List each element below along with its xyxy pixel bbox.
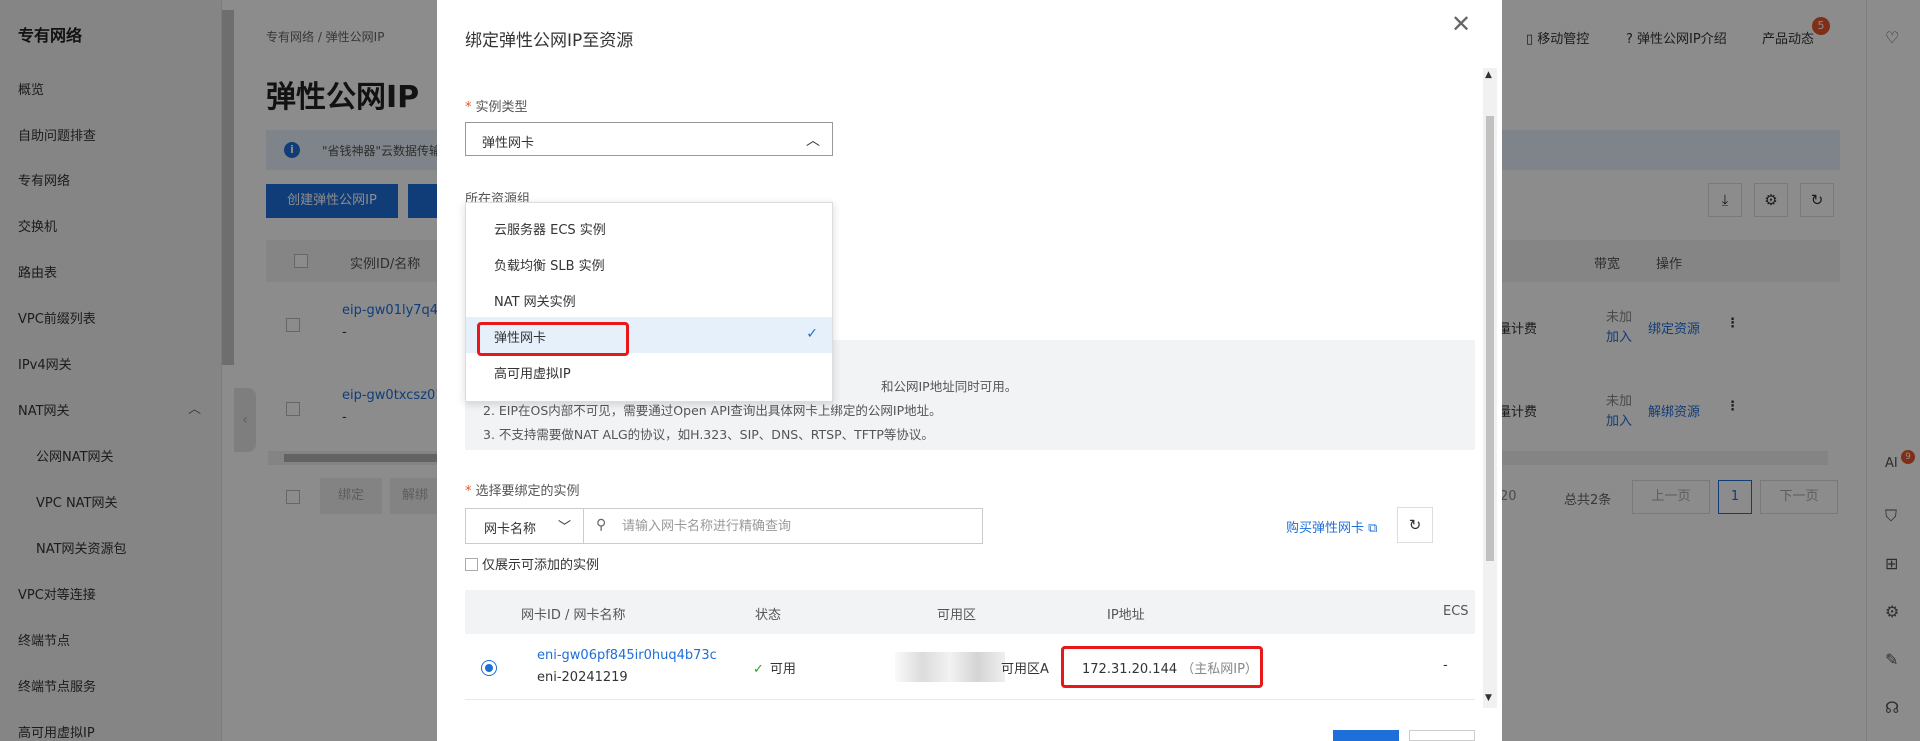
col-ip: IP地址 [1107, 608, 1145, 623]
table-row[interactable]: eni-gw06pf845ir0huq4b73c eni-20241219 ✓ 可… [465, 634, 1475, 700]
dialog-scrollbar[interactable]: ▲ ▼ [1483, 68, 1497, 708]
zone-cell: 可用区A [1001, 662, 1049, 677]
highlight-box [477, 322, 629, 356]
instance-type-label: * 实例类型 [465, 100, 528, 115]
instance-type-select[interactable]: 弹性网卡 ︿ [465, 122, 833, 156]
checkbox-icon [465, 558, 478, 571]
option-nat[interactable]: NAT 网关实例 [466, 281, 832, 317]
status-cell: ✓ 可用 [753, 662, 796, 677]
external-link-icon: ⧉ [1368, 521, 1378, 536]
eni-table-header: 网卡ID / 网卡名称 状态 可用区 IP地址 ECS [465, 590, 1475, 634]
ip-highlight-box: 172.31.20.144 （主私网IP） [1061, 646, 1263, 688]
scroll-down-icon[interactable]: ▼ [1485, 693, 1492, 703]
bind-eip-dialog: 绑定弹性公网IP至资源 ✕ * 实例类型 弹性网卡 ︿ 所在资源组 和公网IP地址… [437, 0, 1502, 741]
only-addable-checkbox[interactable]: 仅展示可添加的实例 [465, 554, 599, 573]
col-status: 状态 [755, 608, 782, 623]
dialog-title: 绑定弹性公网IP至资源 [465, 31, 634, 51]
cancel-button[interactable] [1409, 730, 1475, 741]
search-field-select[interactable]: 网卡名称 ﹀ [466, 509, 584, 543]
option-slb[interactable]: 负载均衡 SLB 实例 [466, 245, 832, 281]
chevron-down-icon: ﹀ [558, 520, 572, 535]
col-ecs: ECS [1443, 604, 1469, 619]
select-instance-label: * 选择要绑定的实例 [465, 484, 580, 499]
redacted-region [895, 652, 1005, 682]
eni-name: eni-20241219 [537, 670, 628, 685]
search-field-value: 网卡名称 [484, 522, 537, 537]
close-icon[interactable]: ✕ [1451, 10, 1471, 38]
col-zone: 可用区 [937, 608, 977, 623]
check-icon: ✓ [753, 662, 764, 677]
option-ecs[interactable]: 云服务器 ECS 实例 [466, 209, 832, 245]
col-eni: 网卡ID / 网卡名称 [521, 608, 626, 623]
chevron-up-icon: ︿ [806, 133, 820, 149]
row-radio[interactable] [481, 660, 497, 676]
eni-id-link[interactable]: eni-gw06pf845ir0huq4b73c [537, 648, 717, 663]
note-line-1: 和公网IP地址同时可用。 [881, 379, 1018, 394]
instance-type-value: 弹性网卡 [482, 136, 535, 151]
scroll-up-icon[interactable]: ▲ [1485, 70, 1492, 80]
search-group: 网卡名称 ﹀ ⚲ [465, 508, 983, 544]
instance-type-dropdown: 云服务器 ECS 实例 负载均衡 SLB 实例 NAT 网关实例 弹性网卡 ✓ 高… [465, 202, 833, 402]
refresh-button[interactable]: ↻ [1397, 507, 1433, 543]
note-line-3: 3. 不支持需要做NAT ALG的协议，如H.323、SIP、DNS、RTSP、… [483, 427, 934, 442]
ip-cell: 172.31.20.144 （主私网IP） [1082, 662, 1258, 677]
search-input[interactable] [622, 511, 972, 541]
option-havip[interactable]: 高可用虚拟IP [466, 353, 832, 389]
ecs-cell: - [1443, 658, 1448, 673]
buy-eni-link[interactable]: 购买弹性网卡 ⧉ [1286, 517, 1377, 536]
check-icon: ✓ [806, 326, 818, 342]
confirm-button[interactable] [1333, 730, 1399, 741]
note-line-2: 2. EIP在OS内部不可见，需要通过Open API查询出具体网卡上绑定的公网… [483, 403, 942, 418]
search-icon: ⚲ [596, 517, 607, 533]
